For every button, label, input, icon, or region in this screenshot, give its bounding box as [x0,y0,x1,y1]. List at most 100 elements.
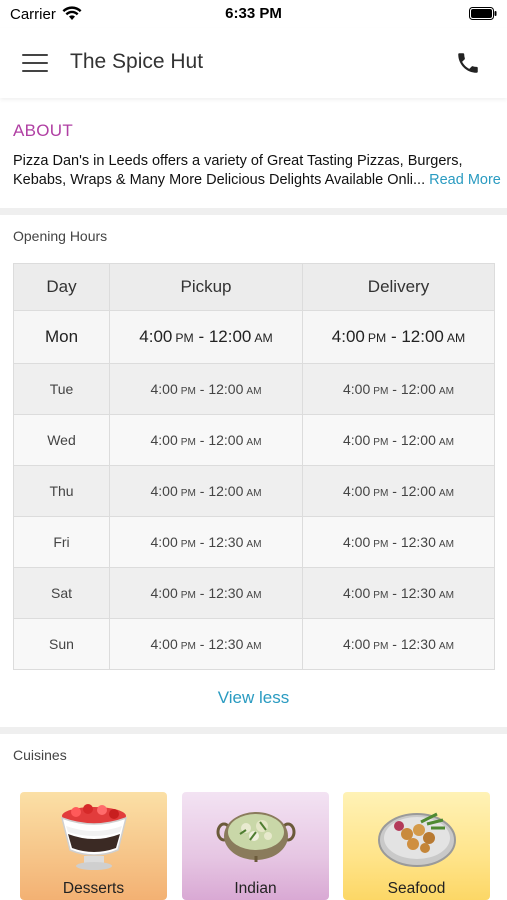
ampm-label: AM [246,539,262,550]
restaurant-title: The Spice Hut [70,50,204,73]
hours-row-thu: Thu 4:00 PM - 12:00 AM 4:00 PM - 12:00 AM [13,465,495,517]
cuisine-label-seafood: Seafood [387,880,446,897]
app-header: The Spice Hut [0,28,507,98]
clock: 6:33 PM [225,5,282,22]
time-value: 12:00 [400,432,436,448]
ampm-label: PM [180,590,196,601]
about-description: Pizza Dan's in Leeds offers a variety of… [13,152,501,190]
ampm-label: PM [373,641,389,652]
cuisine-card-indian[interactable]: Indian [182,792,329,900]
ampm-label: PM [180,539,196,550]
curry-kadai-icon [216,812,296,863]
time-value: 4:00 [139,327,173,346]
time-value: 12:30 [400,534,436,550]
hours-cell-day: Tue [13,363,110,415]
time-value: 12:30 [208,534,244,550]
ampm-label: AM [438,437,454,448]
ampm-label: AM [246,590,262,601]
view-less-link[interactable]: View less [0,688,507,708]
time-value: 4:00 [150,432,178,448]
cuisine-card-seafood[interactable]: Seafood [343,792,490,900]
hours-row-sun: Sun 4:00 PM - 12:30 AM 4:00 PM - 12:30 AM [13,618,495,670]
seafood-platter-icon [378,812,456,867]
time-value: 12:00 [208,483,244,499]
read-more-link[interactable]: Read More [429,172,501,188]
hours-cell-delivery: 4:00 PM - 12:00 AM [302,363,495,415]
hours-cell-pickup: 4:00 PM - 12:00 AM [109,310,303,364]
hours-row-wed: Wed 4:00 PM - 12:00 AM 4:00 PM - 12:00 AM [13,414,495,466]
time-value: 4:00 [343,636,371,652]
hours-row-sat: Sat 4:00 PM - 12:30 AM 4:00 PM - 12:30 AM [13,567,495,619]
section-divider [0,208,507,215]
ampm-label: AM [438,590,454,601]
hours-cell-pickup: 4:00 PM - 12:00 AM [109,465,303,517]
about-text-line-1: Pizza Dan's in Leeds offers a variety of… [13,153,463,169]
ampm-label: AM [446,331,466,345]
time-value: 12:00 [208,327,252,346]
ampm-label: AM [246,437,262,448]
opening-hours-table: Day Pickup Delivery Mon 4:00 PM - 12:00 AM 4… [13,263,495,670]
hours-cell-pickup: 4:00 PM - 12:30 AM [109,516,303,568]
ampm-label: AM [246,488,262,499]
time-value: 12:30 [208,585,244,601]
ampm-label: PM [180,641,196,652]
ampm-label: PM [180,386,196,397]
ampm-label: PM [180,437,196,448]
hours-cell-delivery: 4:00 PM - 12:30 AM [302,618,495,670]
hours-cell-delivery: 4:00 PM - 12:00 AM [302,310,495,364]
hours-cell-delivery: 4:00 PM - 12:30 AM [302,567,495,619]
about-text-line-2: Kebabs, Wraps & Many More Delicious Deli… [13,171,501,190]
hours-cell-day: Sat [13,567,110,619]
phone-icon[interactable] [455,50,481,76]
time-value: 4:00 [343,585,371,601]
hours-cell-delivery: 4:00 PM - 12:30 AM [302,516,495,568]
time-value: 12:30 [208,636,244,652]
ampm-label: AM [438,488,454,499]
time-value: 4:00 [343,483,371,499]
time-value: 12:00 [208,381,244,397]
ampm-label: PM [373,386,389,397]
cuisine-label-desserts: Desserts [62,880,125,897]
ampm-label: PM [373,437,389,448]
table-header-row: Day Pickup Delivery [13,263,495,311]
time-value: 4:00 [150,585,178,601]
ampm-label: PM [180,488,196,499]
ampm-label: AM [246,641,262,652]
dessert-bowl-icon [60,804,128,870]
time-value: 12:30 [400,636,436,652]
time-value: 4:00 [150,483,178,499]
time-value: 4:00 [150,534,178,550]
status-bar: Carrier 6:33 PM [0,0,507,28]
column-header-day: Day [13,263,110,311]
hours-cell-day: Sun [13,618,110,670]
column-header-pickup: Pickup [109,263,303,311]
time-value: 4:00 [331,327,365,346]
ampm-label: PM [373,539,389,550]
hamburger-menu-icon[interactable] [22,52,48,74]
opening-hours-heading: Opening Hours [13,228,108,244]
time-value: 12:00 [208,432,244,448]
ampm-label: AM [438,539,454,550]
ampm-label: PM [373,590,389,601]
hours-cell-day: Thu [13,465,110,517]
hours-cell-pickup: 4:00 PM - 12:00 AM [109,363,303,415]
hours-row-fri: Fri 4:00 PM - 12:30 AM 4:00 PM - 12:30 AM [13,516,495,568]
column-header-delivery: Delivery [302,263,495,311]
cuisine-label-indian: Indian [234,880,277,897]
about-heading: ABOUT [13,121,74,140]
time-value: 4:00 [150,636,178,652]
time-value: 4:00 [343,381,371,397]
ampm-label: PM [175,331,194,345]
section-divider [0,727,507,734]
ampm-label: AM [254,331,273,345]
hours-row-mon: Mon 4:00 PM - 12:00 AM 4:00 PM - 12:00 AM [13,310,495,364]
hours-cell-delivery: 4:00 PM - 12:00 AM [302,465,495,517]
time-value: 12:00 [400,483,436,499]
hours-cell-day: Wed [13,414,110,466]
about-text-line-2-body: Kebabs, Wraps & Many More Delicious Deli… [13,172,426,188]
cuisine-card-desserts[interactable]: Desserts [20,792,167,900]
battery-icon [469,7,497,20]
cuisines-heading: Cuisines [13,747,67,763]
time-value: 4:00 [343,432,371,448]
ampm-label: AM [246,386,262,397]
